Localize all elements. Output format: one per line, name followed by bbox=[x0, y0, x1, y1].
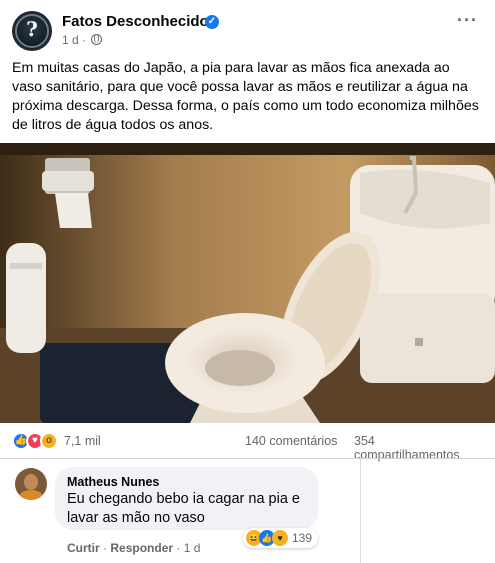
comment-bubble: Matheus Nunes Eu chegando bebo ia cagar … bbox=[55, 467, 318, 530]
post-meta: 1 d · bbox=[62, 33, 103, 47]
post-header: ? Fatos Desconhecidos ✓ 1 d · ··· bbox=[12, 10, 482, 51]
reply-comment-button[interactable]: Responder bbox=[110, 541, 173, 555]
comments-count[interactable]: 140 comentários bbox=[245, 434, 337, 448]
wow-icon: o bbox=[40, 432, 58, 450]
page-avatar[interactable]: ? bbox=[12, 11, 52, 51]
comment-time[interactable]: 1 d bbox=[184, 541, 201, 555]
globe-icon bbox=[91, 34, 103, 45]
divider bbox=[0, 458, 495, 459]
post-photo[interactable] bbox=[0, 143, 495, 423]
divider bbox=[360, 459, 361, 563]
post-stats: 👍 ♥ o 7,1 mil 140 comentários 354 compar… bbox=[12, 430, 482, 462]
care-icon: ♥ bbox=[272, 530, 288, 546]
verified-badge-icon: ✓ bbox=[205, 15, 219, 29]
page-name[interactable]: Fatos Desconhecidos bbox=[62, 13, 217, 30]
comment-actions: Curtir · Responder · 1 d bbox=[67, 541, 201, 555]
comment-reactions[interactable]: 😆 👍 ♥ 139 bbox=[243, 528, 318, 548]
like-comment-button[interactable]: Curtir bbox=[67, 541, 100, 555]
comment-reactions-count: 139 bbox=[292, 531, 313, 545]
post-time[interactable]: 1 d bbox=[62, 33, 79, 47]
post-text: Em muitas casas do Japão, a pia para lav… bbox=[12, 60, 479, 133]
comment-avatar[interactable] bbox=[15, 468, 47, 500]
reactions-count[interactable]: 7,1 mil bbox=[64, 434, 101, 448]
more-options-icon[interactable]: ··· bbox=[457, 10, 478, 31]
comment-text: Eu chegando bebo ia cagar na pia e lavar… bbox=[67, 491, 300, 526]
comment-author[interactable]: Matheus Nunes bbox=[67, 475, 306, 489]
